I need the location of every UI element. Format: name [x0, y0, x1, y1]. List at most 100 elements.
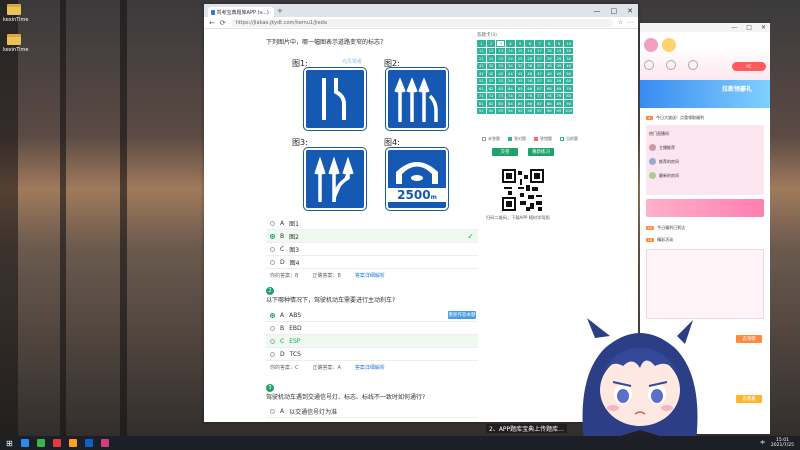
- windows-start-icon[interactable]: ⊞: [6, 439, 13, 448]
- answer-sheet-cell[interactable]: 49: [554, 70, 564, 77]
- app-red-pill[interactable]: PC: [732, 62, 766, 71]
- app-row[interactable]: LV 精彩活动: [646, 235, 764, 244]
- taskbar-app-icon[interactable]: [36, 439, 45, 447]
- answer-sheet-cell[interactable]: 71: [477, 92, 486, 99]
- app-row[interactable]: 最新的房间: [649, 171, 761, 180]
- app-row[interactable]: LV 今日福利已到达: [646, 223, 764, 232]
- answer-sheet-cell[interactable]: 23: [496, 55, 506, 62]
- answer-sheet-cell[interactable]: 55: [515, 77, 525, 84]
- answer-sheet-cell[interactable]: 30: [564, 55, 573, 62]
- answer-sheet-cell[interactable]: 22: [486, 55, 496, 62]
- answer-sheet-cell[interactable]: 11: [477, 47, 486, 54]
- favorite-star-icon[interactable]: ☆: [618, 19, 623, 26]
- explain-link[interactable]: 答案详细解析: [355, 272, 385, 279]
- answer-sheet-cell[interactable]: 96: [525, 107, 535, 114]
- answer-sheet-cell[interactable]: 45: [515, 70, 525, 77]
- answer-sheet-cell[interactable]: 12: [486, 47, 496, 54]
- answer-sheet-cell[interactable]: 58: [544, 77, 554, 84]
- answer-sheet-cell[interactable]: 75: [515, 92, 525, 99]
- answer-sheet-cell[interactable]: 27: [535, 55, 544, 62]
- answer-sheet-cell[interactable]: 8: [544, 40, 554, 47]
- answer-sheet-cell[interactable]: 42: [486, 70, 496, 77]
- answer-sheet-cell[interactable]: 33: [496, 62, 506, 69]
- explain-link[interactable]: 答案详细解析: [355, 364, 385, 371]
- answer-sheet-cell[interactable]: 17: [535, 47, 544, 54]
- option-a[interactable]: A 图1: [266, 217, 478, 230]
- app-close-button[interactable]: ✕: [761, 24, 766, 31]
- clock[interactable]: 15:01 2021/7/25: [771, 438, 794, 448]
- app-promo-strip[interactable]: [646, 199, 764, 217]
- answer-sheet-cell[interactable]: 2: [486, 40, 496, 47]
- answer-sheet-cell[interactable]: 13: [496, 47, 506, 54]
- answer-sheet-cell[interactable]: 98: [544, 107, 554, 114]
- answer-sheet-cell[interactable]: 59: [554, 77, 564, 84]
- answer-sheet-cell[interactable]: 77: [535, 92, 544, 99]
- answer-sheet-cell[interactable]: 66: [525, 85, 535, 92]
- answer-sheet-cell[interactable]: 47: [535, 70, 544, 77]
- back-button[interactable]: ←: [209, 19, 215, 27]
- answer-sheet-cell[interactable]: 21: [477, 55, 486, 62]
- app-banner[interactable]: 拉新领豪礼: [640, 80, 770, 108]
- app-row[interactable]: 热门直播间: [649, 129, 761, 138]
- answer-sheet-cell[interactable]: 10: [564, 40, 573, 47]
- answer-sheet-cell[interactable]: 5: [515, 40, 525, 47]
- option-b[interactable]: B 图2 ✓: [266, 230, 478, 243]
- answer-sheet-cell[interactable]: 29: [554, 55, 564, 62]
- option-c[interactable]: C ESP: [266, 335, 478, 348]
- answer-sheet-cell[interactable]: 44: [506, 70, 515, 77]
- app-row[interactable]: # 今日大放送！点我领取福利: [646, 113, 764, 122]
- answer-sheet-cell[interactable]: 43: [496, 70, 506, 77]
- answer-sheet-cell[interactable]: 7: [535, 40, 544, 47]
- refresh-button[interactable]: ⟳: [220, 19, 226, 27]
- answer-sheet-cell[interactable]: 93: [496, 107, 506, 114]
- answer-sheet-cell[interactable]: 69: [554, 85, 564, 92]
- option-d[interactable]: D 图4: [266, 256, 478, 269]
- answer-sheet-cell[interactable]: 68: [544, 85, 554, 92]
- answer-sheet-cell[interactable]: 92: [486, 107, 496, 114]
- taskbar-app-icon[interactable]: [68, 439, 77, 447]
- answer-sheet-cell[interactable]: 51: [477, 77, 486, 84]
- new-tab-button[interactable]: +: [277, 7, 283, 15]
- answer-sheet-cell[interactable]: 38: [544, 62, 554, 69]
- answer-sheet-cell[interactable]: 89: [554, 100, 564, 107]
- answer-sheet-cell[interactable]: 16: [525, 47, 535, 54]
- maximize-button[interactable]: □: [611, 7, 618, 15]
- answer-sheet-cell[interactable]: 63: [496, 85, 506, 92]
- answer-sheet-cell[interactable]: 88: [544, 100, 554, 107]
- taskbar-app-icon[interactable]: [20, 439, 29, 447]
- answer-sheet-cell[interactable]: 65: [515, 85, 525, 92]
- answer-sheet-cell[interactable]: 54: [506, 77, 515, 84]
- url-field[interactable]: https://jiakao.jkydt.com/kemu1/jieda: [230, 18, 613, 27]
- nav-circle-icon[interactable]: [688, 60, 698, 70]
- desktop-icon-2[interactable]: kexinTime: [3, 34, 28, 53]
- option-d[interactable]: D TCS: [266, 348, 478, 361]
- answer-sheet-cell[interactable]: 87: [535, 100, 544, 107]
- taskbar-app-icon[interactable]: [52, 439, 61, 447]
- answer-sheet-cell[interactable]: 67: [535, 85, 544, 92]
- nav-circle-icon[interactable]: [666, 60, 676, 70]
- answer-sheet-cell[interactable]: 46: [525, 70, 535, 77]
- answer-sheet-cell[interactable]: 95: [515, 107, 525, 114]
- answer-sheet-cell[interactable]: 91: [477, 107, 486, 114]
- answer-sheet-cell[interactable]: 56: [525, 77, 535, 84]
- answer-sheet-cell[interactable]: 6: [525, 40, 535, 47]
- answer-sheet-cell[interactable]: 85: [515, 100, 525, 107]
- answer-sheet-cell[interactable]: 81: [477, 100, 486, 107]
- taskbar-app-icon[interactable]: [100, 439, 109, 447]
- answer-sheet-cell[interactable]: 19: [554, 47, 564, 54]
- answer-sheet-cell[interactable]: 94: [506, 107, 515, 114]
- answer-sheet-cell[interactable]: 36: [525, 62, 535, 69]
- submit-button[interactable]: 交卷: [492, 148, 518, 156]
- answer-sheet-cell[interactable]: 32: [486, 62, 496, 69]
- answer-sheet-cell[interactable]: 39: [554, 62, 564, 69]
- answer-sheet-cell[interactable]: 74: [506, 92, 515, 99]
- answer-sheet-cell[interactable]: 26: [525, 55, 535, 62]
- answer-sheet-cell[interactable]: 64: [506, 85, 515, 92]
- answer-sheet-cell[interactable]: 40: [564, 62, 573, 69]
- app-avatar[interactable]: [644, 38, 658, 52]
- answer-sheet-cell[interactable]: 18: [544, 47, 554, 54]
- answer-sheet-cell[interactable]: 84: [506, 100, 515, 107]
- answer-sheet-cell[interactable]: 80: [564, 92, 573, 99]
- browser-tab[interactable]: 驾考宝典题库APP (v...) - 一键宝典: [208, 7, 274, 17]
- app-row[interactable]: 主播推荐: [649, 143, 761, 152]
